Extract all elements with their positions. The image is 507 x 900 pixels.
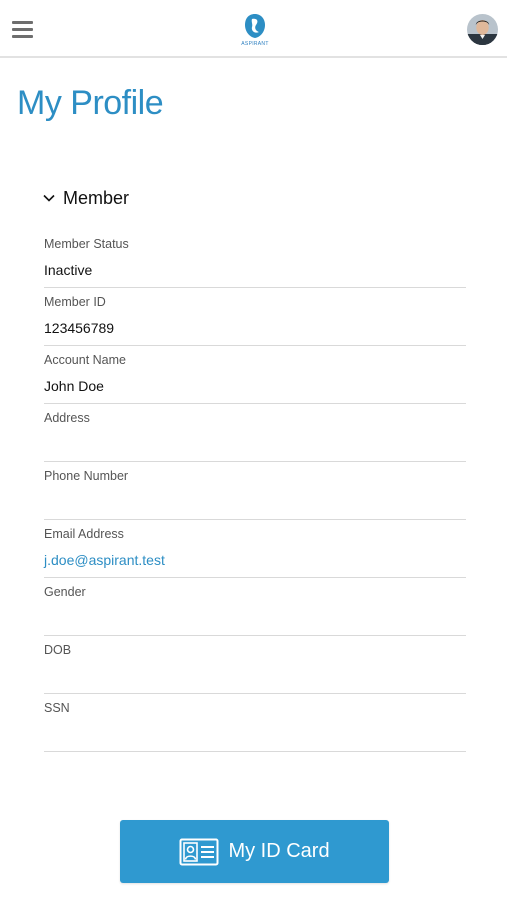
dob-value — [44, 668, 466, 684]
member-section-label: Member — [63, 187, 130, 208]
top-navigation-bar: ASPIRANT — [0, 0, 507, 58]
chevron-down-icon — [43, 194, 55, 202]
ssn-value — [44, 726, 466, 742]
member-id-value: 123456789 — [44, 320, 115, 336]
page-title: My Profile — [17, 84, 164, 122]
my-id-card-button[interactable]: My ID Card — [120, 820, 389, 883]
member-status-label: Member Status — [44, 237, 129, 251]
email-address-link[interactable]: j.doe@aspirant.test — [44, 552, 466, 568]
account-name-label: Account Name — [44, 353, 126, 367]
ssn-label: SSN — [44, 701, 70, 715]
member-id-label: Member ID — [44, 295, 106, 309]
dob-field: DOB — [44, 636, 466, 694]
ssn-field: SSN — [44, 694, 466, 752]
phone-number-label: Phone Number — [44, 469, 129, 483]
email-address-field: Email Address j.doe@aspirant.test — [44, 520, 466, 578]
account-name-value: John Doe — [44, 378, 104, 394]
logo-text: ASPIRANT — [241, 41, 269, 47]
phone-number-value — [44, 494, 466, 510]
member-status-value: Inactive — [44, 262, 93, 278]
user-avatar-icon — [467, 14, 498, 45]
member-id-field: Member ID 123456789 — [44, 288, 466, 346]
phone-number-field: Phone Number — [44, 462, 466, 520]
gender-field: Gender — [44, 578, 466, 636]
address-label: Address — [44, 411, 90, 425]
aspirant-logo[interactable]: ASPIRANT — [240, 13, 270, 49]
member-fields-list: Member Status Inactive Member ID 1234567… — [44, 230, 466, 752]
user-avatar[interactable] — [467, 14, 498, 45]
my-id-card-label: My ID Card — [228, 840, 330, 862]
account-name-field: Account Name John Doe — [44, 346, 466, 404]
gender-value — [44, 610, 466, 626]
hamburger-menu-icon[interactable] — [12, 21, 33, 39]
logo-mark-icon — [245, 14, 265, 38]
member-section-toggle[interactable]: Member — [43, 186, 129, 210]
address-value — [44, 436, 466, 452]
id-card-icon — [179, 838, 219, 866]
member-status-field: Member Status Inactive — [44, 230, 466, 288]
email-address-label: Email Address — [44, 527, 124, 541]
dob-label: DOB — [44, 643, 72, 657]
gender-label: Gender — [44, 585, 86, 599]
address-field: Address — [44, 404, 466, 462]
